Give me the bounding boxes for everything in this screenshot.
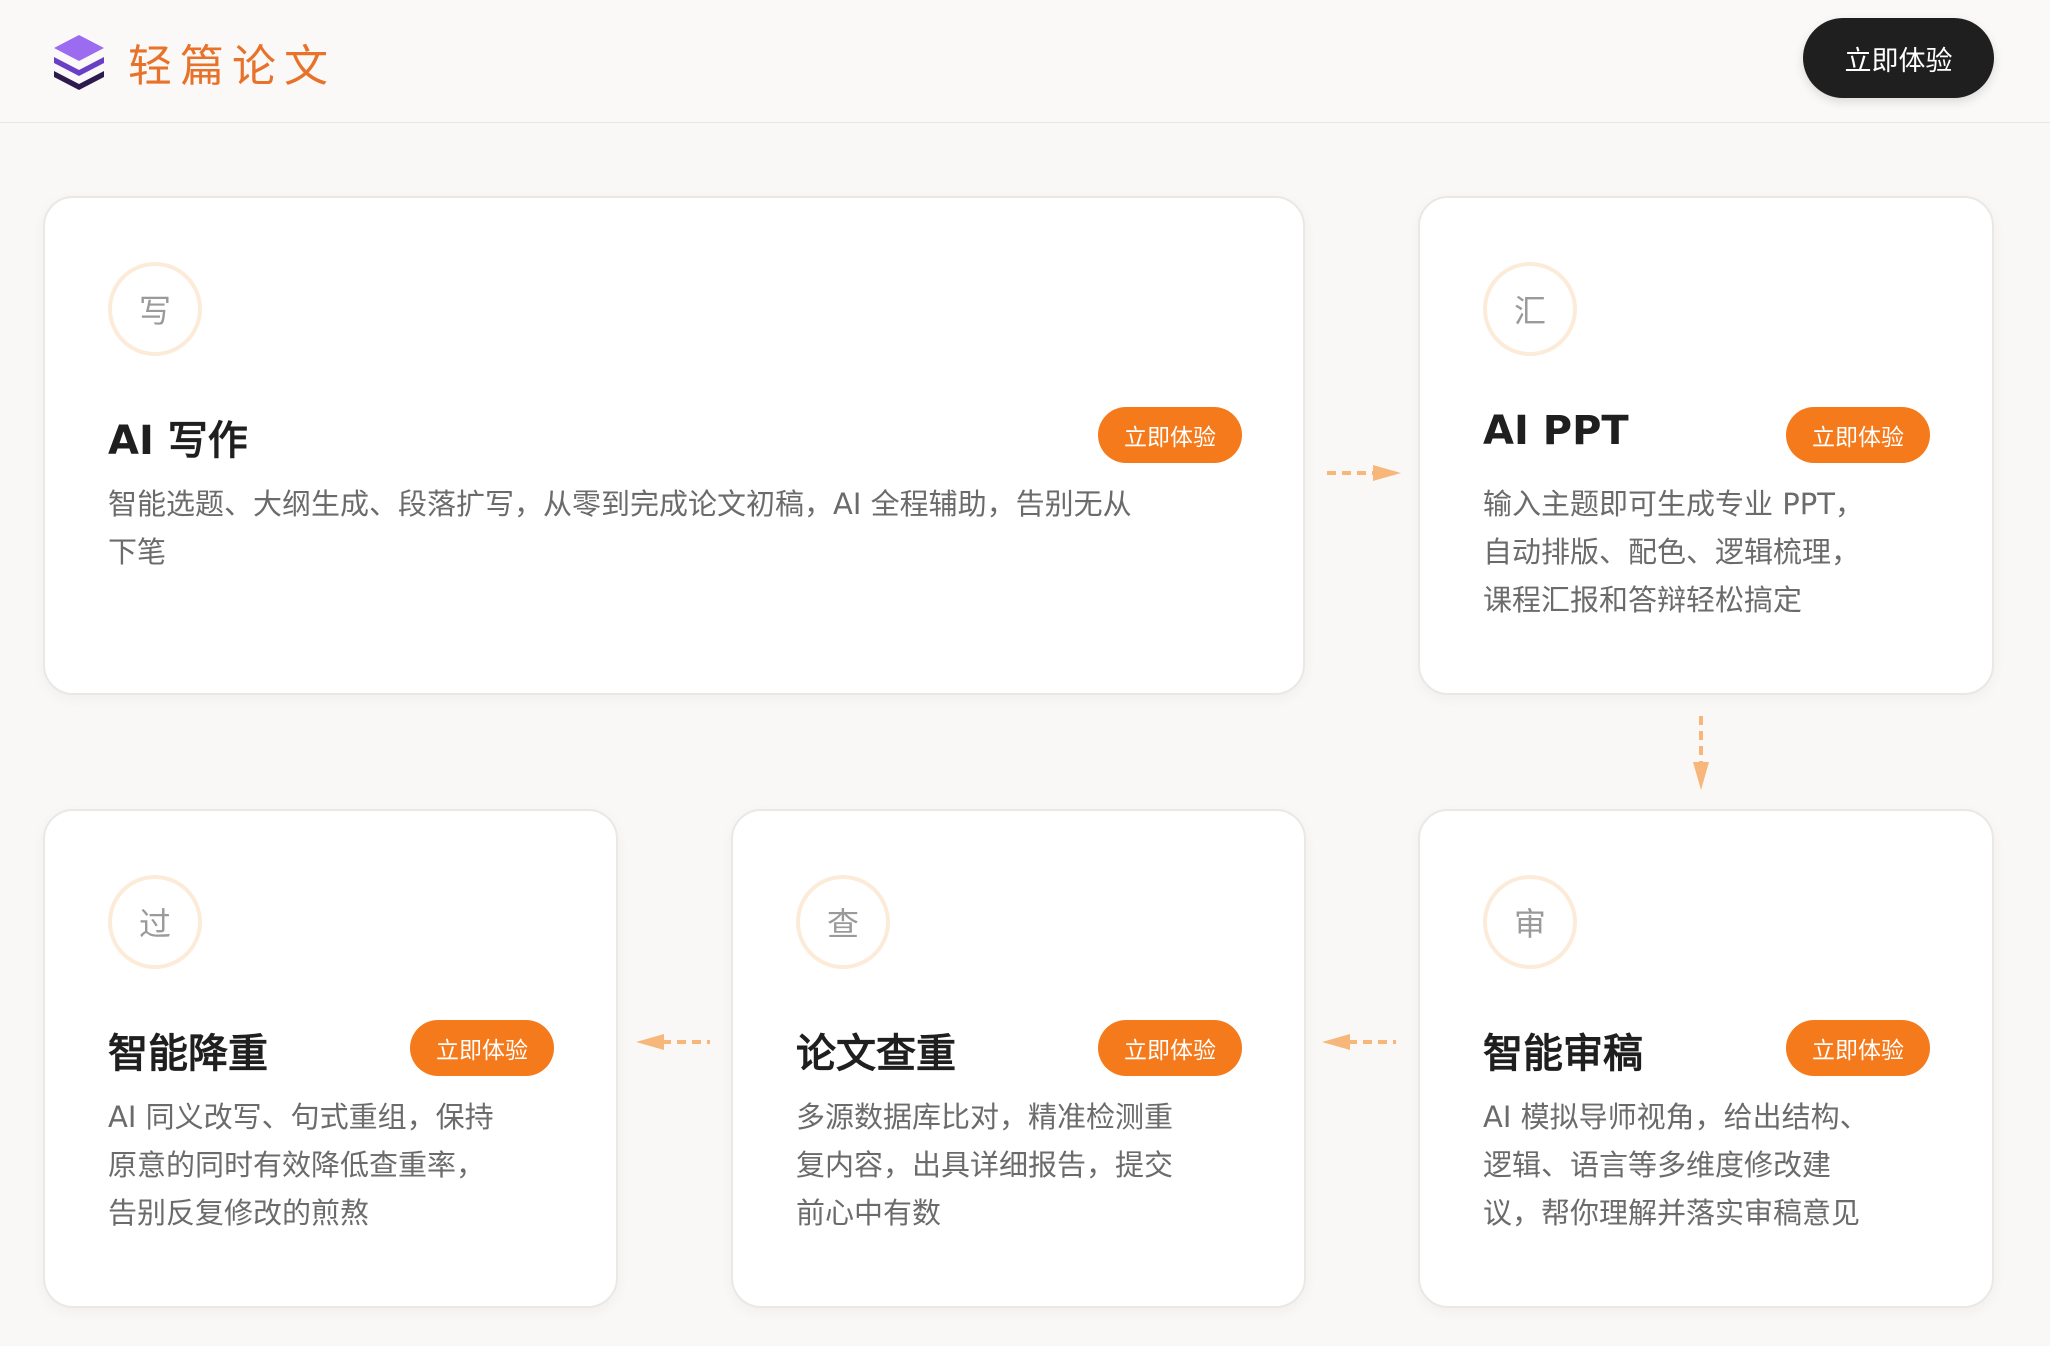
header-try-now-button[interactable]: 立即体验 (1803, 18, 1994, 98)
arrow-right-icon (1327, 465, 1401, 481)
desc-line: 多源数据库比对，精准检测重 (796, 1100, 1174, 1134)
feature-card-ai-ppt: 汇 AI PPT 立即体验 输入主题即可生成专业 PPT， 自动排版、配色、逻辑… (1418, 196, 1994, 695)
desc-line: 自动排版、配色、逻辑梳理， (1483, 535, 1861, 569)
desc-line: 原意的同时有效降低查重率， (108, 1148, 486, 1182)
feature-card-plagiarism-check: 查 论文查重 立即体验 多源数据库比对，精准检测重 复内容，出具详细报告，提交 … (731, 809, 1306, 1308)
pass-icon: 过 (108, 875, 202, 969)
desc-line: 议，帮你理解并落实审稿意见 (1483, 1196, 1861, 1230)
ai-writing-try-button[interactable]: 立即体验 (1098, 407, 1242, 463)
review-icon: 审 (1483, 875, 1577, 969)
desc-line: AI 模拟导师视角，给出结构、 (1483, 1100, 1869, 1134)
card-description: AI 同义改写、句式重组，保持 原意的同时有效降低查重率， 告别反复修改的煎熬 (108, 1093, 494, 1237)
card-description: 智能选题、大纲生成、段落扩写，从零到完成论文初稿，AI 全程辅助，告别无从 下笔 (108, 480, 1258, 576)
desc-line: 告别反复修改的煎熬 (108, 1196, 370, 1230)
desc-line: 下笔 (108, 535, 167, 569)
layers-logo-icon (54, 35, 104, 90)
desc-line: 逻辑、语言等多维度修改建 (1483, 1148, 1832, 1182)
desc-line: AI 同义改写、句式重组，保持 (108, 1100, 494, 1134)
card-title: AI PPT (1483, 408, 1629, 454)
summary-icon: 汇 (1483, 262, 1577, 356)
card-title: 智能审稿 (1483, 1031, 1643, 1077)
smart-review-try-button[interactable]: 立即体验 (1786, 1020, 1930, 1076)
ai-ppt-try-button[interactable]: 立即体验 (1786, 407, 1930, 463)
desc-line: 智能选题、大纲生成、段落扩写，从零到完成论文初稿，AI 全程辅助，告别无从 (108, 487, 1132, 521)
plagiarism-check-try-button[interactable]: 立即体验 (1098, 1020, 1242, 1076)
check-icon: 查 (796, 875, 890, 969)
top-header: 轻篇论文 立即体验 (0, 0, 2050, 123)
feature-card-smart-rewrite: 过 智能降重 立即体验 AI 同义改写、句式重组，保持 原意的同时有效降低查重率… (43, 809, 618, 1308)
card-description: AI 模拟导师视角，给出结构、 逻辑、语言等多维度修改建 议，帮你理解并落实审稿… (1483, 1093, 1869, 1237)
arrow-left-icon (636, 1034, 710, 1050)
arrow-left-icon (1322, 1034, 1396, 1050)
brand-name: 轻篇论文 (128, 41, 336, 92)
smart-rewrite-try-button[interactable]: 立即体验 (410, 1020, 554, 1076)
card-description: 输入主题即可生成专业 PPT， 自动排版、配色、逻辑梳理， 课程汇报和答辩轻松搞… (1483, 480, 1864, 624)
arrow-down-icon (1693, 716, 1709, 790)
desc-line: 输入主题即可生成专业 PPT， (1483, 487, 1864, 521)
desc-line: 课程汇报和答辩轻松搞定 (1483, 583, 1803, 617)
feature-card-smart-review: 审 智能审稿 立即体验 AI 模拟导师视角，给出结构、 逻辑、语言等多维度修改建… (1418, 809, 1994, 1308)
card-title: 论文查重 (796, 1031, 956, 1077)
write-icon: 写 (108, 262, 202, 356)
card-description: 多源数据库比对，精准检测重 复内容，出具详细报告，提交 前心中有数 (796, 1093, 1173, 1237)
brand-logo[interactable]: 轻篇论文 (52, 32, 336, 92)
feature-card-ai-writing: 写 AI 写作 立即体验 智能选题、大纲生成、段落扩写，从零到完成论文初稿，AI… (43, 196, 1305, 695)
desc-line: 复内容，出具详细报告，提交 (796, 1148, 1174, 1182)
card-title: AI 写作 (108, 418, 248, 464)
card-title: 智能降重 (108, 1031, 268, 1077)
desc-line: 前心中有数 (796, 1196, 942, 1230)
